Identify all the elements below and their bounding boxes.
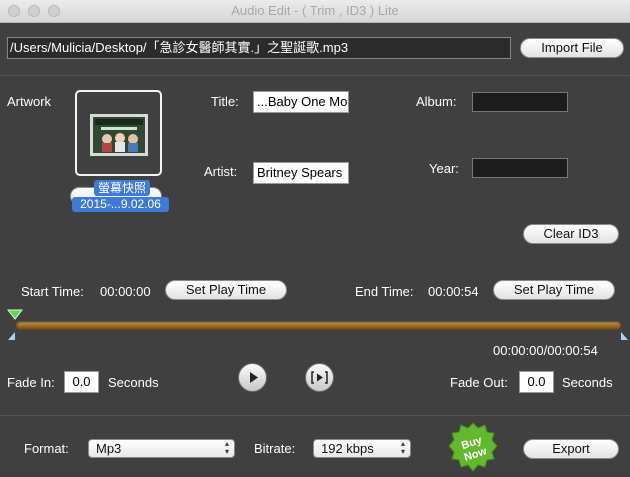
artwork-well[interactable] — [75, 90, 162, 176]
title-field[interactable]: ...Baby One Mo — [253, 91, 349, 113]
bitrate-select-value: 192 kbps — [321, 441, 374, 456]
title-bar: Audio Edit - ( Trim , ID3 ) Lite — [0, 0, 630, 23]
buy-now-badge-icon: BuyNow — [448, 422, 498, 472]
artist-label: Artist: — [204, 164, 238, 179]
end-time-label: End Time: — [355, 284, 414, 299]
artwork-image-icon — [93, 117, 145, 153]
start-time-value: 00:00:00 — [100, 284, 151, 299]
import-file-button[interactable]: Import File — [520, 38, 624, 58]
play-selection-icon — [311, 371, 328, 384]
play-selection-button[interactable] — [305, 363, 334, 392]
fade-in-field[interactable]: 0.0 — [64, 371, 99, 393]
end-time-value: 00:00:54 — [428, 284, 479, 299]
set-start-time-button[interactable]: Set Play Time — [165, 280, 287, 300]
set-end-time-button[interactable]: Set Play Time — [493, 280, 615, 300]
album-label: Album: — [416, 94, 457, 109]
window-title: Audio Edit - ( Trim , ID3 ) Lite — [231, 3, 399, 18]
artist-field[interactable]: Britney Spears — [253, 162, 349, 184]
play-icon — [250, 372, 258, 383]
format-select-value: Mp3 — [96, 441, 122, 456]
chevron-up-down-icon: ▴ ▾ — [400, 439, 405, 456]
start-trim-handle-icon[interactable] — [7, 331, 17, 341]
fade-out-label: Fade Out: — [450, 375, 508, 390]
divider — [0, 415, 630, 416]
year-label: Year: — [429, 161, 459, 176]
bitrate-label: Bitrate: — [254, 441, 296, 456]
year-field[interactable] — [472, 158, 568, 178]
fade-out-unit: Seconds — [562, 375, 613, 390]
bitrate-select[interactable]: 192 kbps ▴ ▾ — [313, 439, 411, 458]
playhead-marker-icon[interactable] — [7, 309, 25, 321]
app-window: Audio Edit - ( Trim , ID3 ) Lite /Users/… — [0, 0, 630, 472]
fade-out-field[interactable]: 0.0 — [519, 371, 554, 393]
album-field[interactable] — [472, 92, 568, 112]
title-label: Title: — [211, 94, 239, 109]
divider — [0, 75, 630, 76]
end-trim-handle-icon[interactable] — [620, 331, 630, 341]
export-button[interactable]: Export — [523, 439, 619, 459]
play-button[interactable] — [238, 363, 267, 392]
artwork-thumbnail — [90, 114, 148, 156]
artwork-label: Artwork — [7, 94, 52, 109]
format-select[interactable]: Mp3 ▴ ▾ — [88, 439, 235, 458]
format-label: Format: — [24, 441, 69, 456]
chevron-up-down-icon: ▴ ▾ — [224, 439, 229, 456]
fade-in-label: Fade In: — [7, 375, 55, 390]
trim-timeline[interactable] — [16, 321, 621, 330]
fade-in-unit: Seconds — [108, 375, 159, 390]
artwork-file-name-bottom: 2015-...9.02.06 — [72, 197, 169, 212]
clear-id3-button[interactable]: Clear ID3 — [523, 224, 619, 244]
file-path-field[interactable]: /Users/Mulicia/Desktop/「急診女醫師其實.」之聖誕歌.mp… — [7, 37, 511, 59]
artwork-file-name-top: 螢幕快照 — [94, 180, 150, 196]
start-time-label: Start Time: — [21, 284, 84, 299]
position-readout: 00:00:00/00:00:54 — [493, 343, 598, 358]
buy-now-button[interactable]: BuyNow — [448, 422, 498, 472]
